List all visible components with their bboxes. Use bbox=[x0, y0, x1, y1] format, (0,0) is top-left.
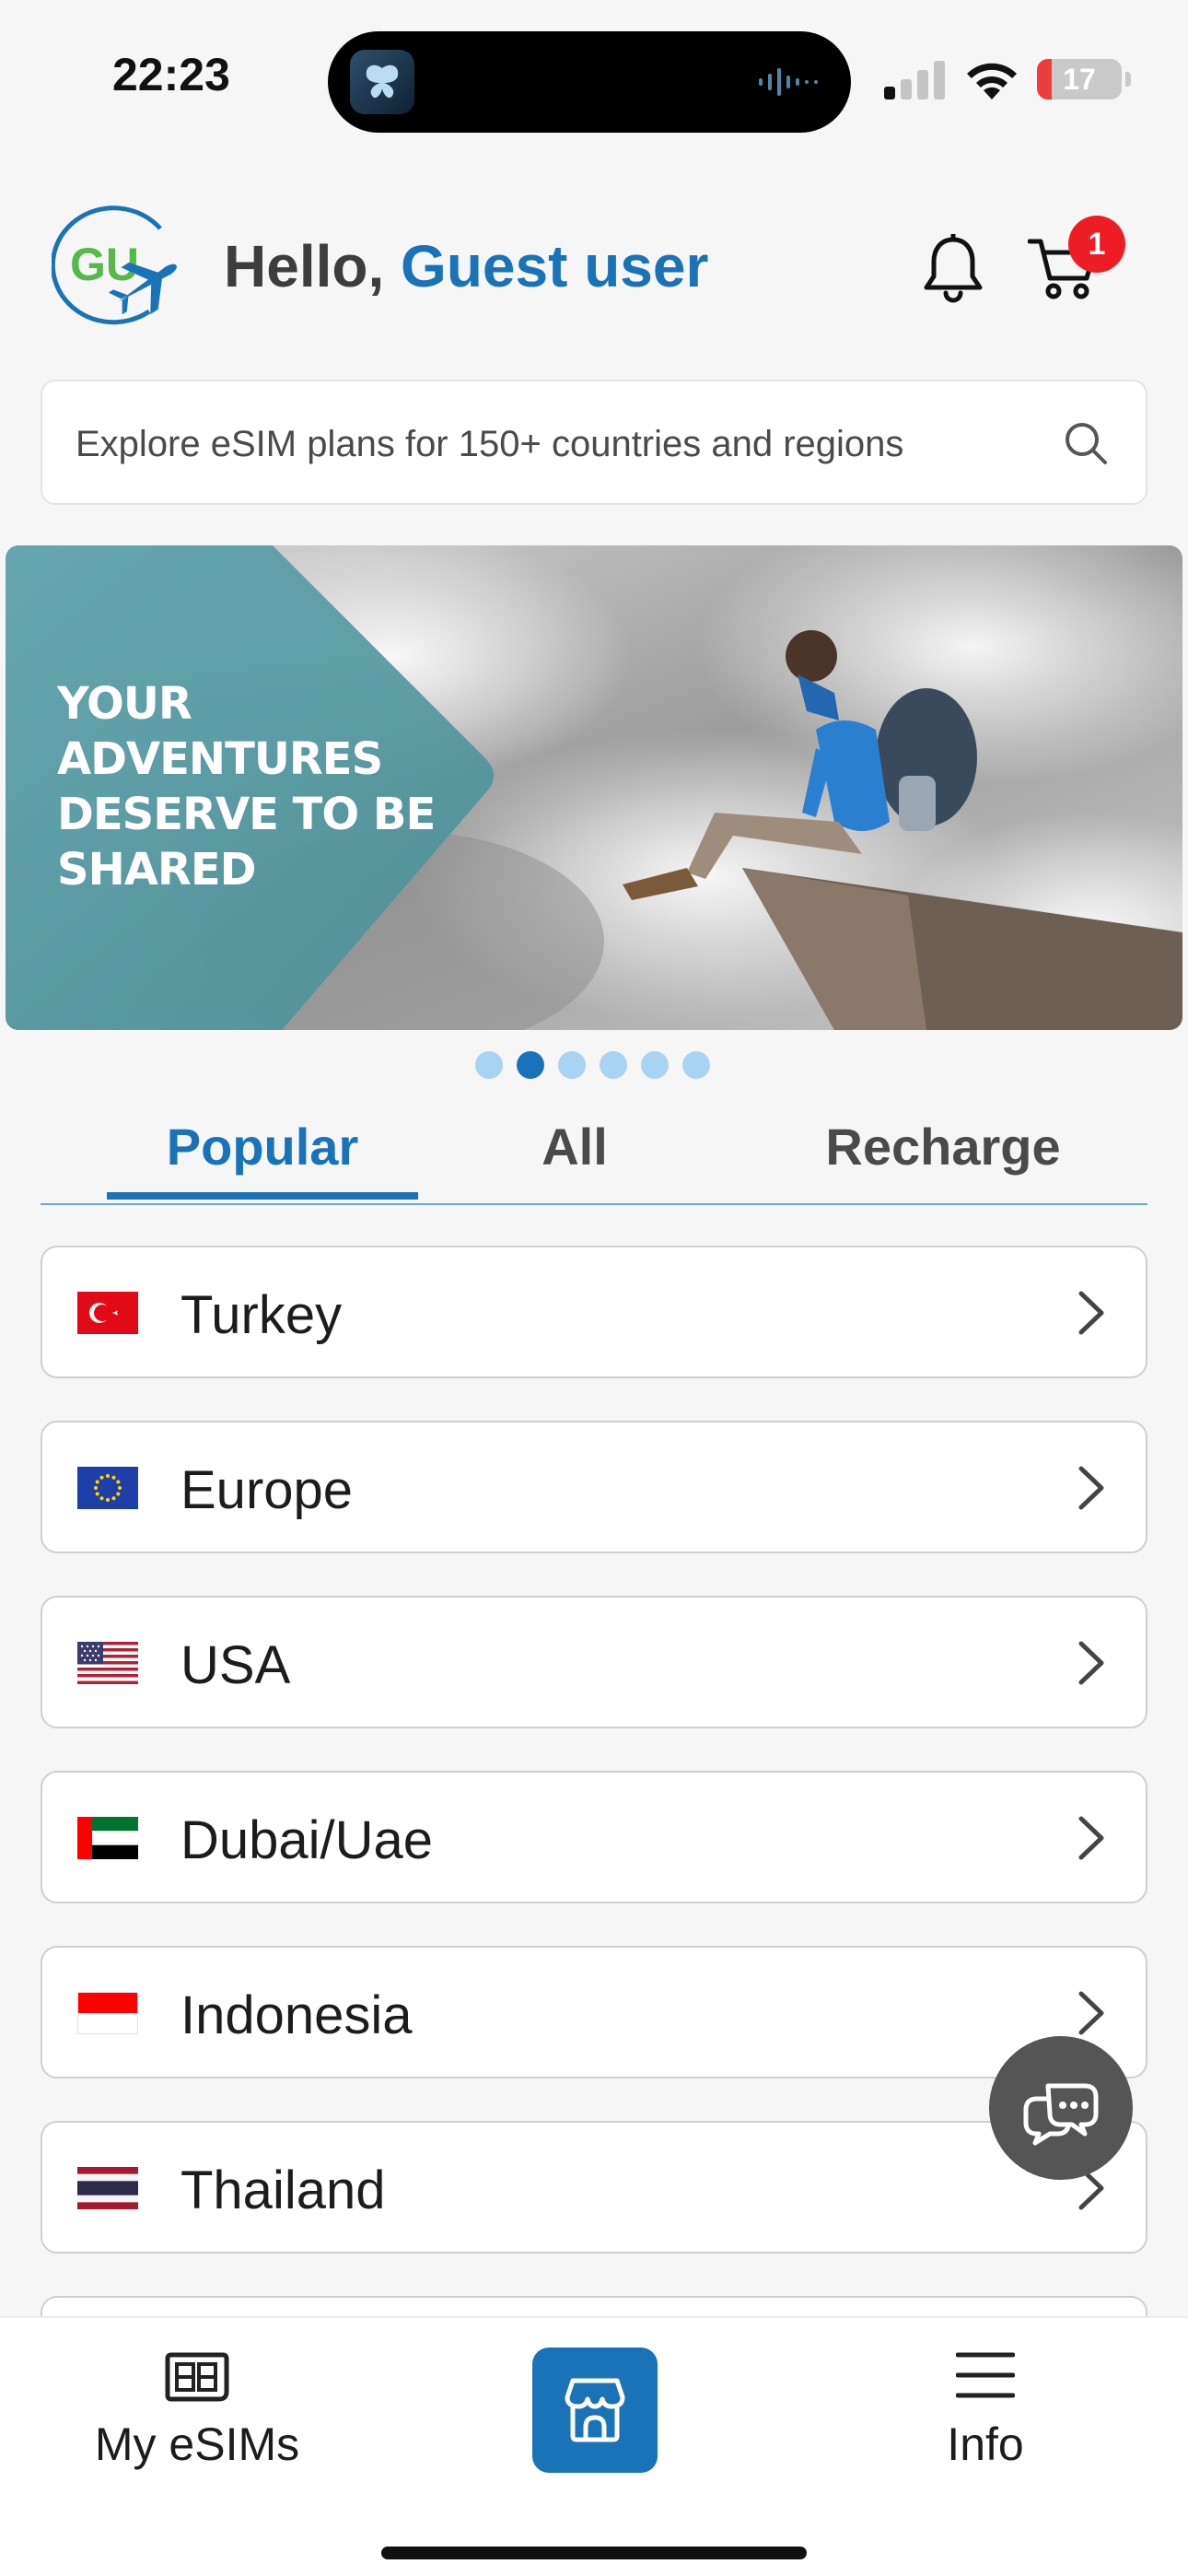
list-item-europe[interactable]: Europe bbox=[41, 1421, 1147, 1553]
menu-icon bbox=[956, 2352, 1015, 2398]
carousel-dot[interactable] bbox=[558, 1051, 586, 1079]
battery-icon: 17 bbox=[1037, 59, 1122, 100]
wifi-icon bbox=[967, 63, 1017, 100]
promo-banner[interactable]: YOUR ADVENTURES DESERVE TO BE SHARED bbox=[6, 545, 1182, 1030]
chat-support-button[interactable] bbox=[989, 2036, 1133, 2180]
user-name: Guest user bbox=[401, 233, 709, 299]
chat-bubbles-icon bbox=[1023, 2083, 1099, 2146]
country-name: Dubai/Uae bbox=[181, 1810, 434, 1870]
dynamic-island bbox=[328, 31, 851, 133]
nav-info-label: Info bbox=[947, 2418, 1024, 2470]
bottom-nav: My eSIMs Info bbox=[0, 2316, 1188, 2576]
usa-flag-icon bbox=[77, 1642, 138, 1684]
list-item-turkey[interactable]: Turkey bbox=[41, 1246, 1147, 1378]
chevron-right-icon bbox=[1078, 1816, 1104, 1860]
chevron-right-icon bbox=[1078, 1466, 1104, 1510]
status-bar: 22:23 17 bbox=[0, 0, 1188, 157]
battery-percent: 17 bbox=[1063, 63, 1096, 96]
nav-my-esims[interactable]: My eSIMs bbox=[87, 2349, 308, 2471]
banner-line-4: SHARED bbox=[57, 844, 256, 896]
banner-line-1: YOUR bbox=[57, 678, 192, 730]
country-name: Thailand bbox=[181, 2160, 386, 2220]
list-item-usa[interactable]: USA bbox=[41, 1596, 1147, 1728]
tabs: Popular All Recharge bbox=[41, 1102, 1147, 1205]
list-item-indonesia[interactable]: Indonesia bbox=[41, 1946, 1147, 2078]
notification-bell-icon[interactable] bbox=[921, 234, 985, 304]
chevron-right-icon bbox=[1078, 1641, 1104, 1685]
cart-count-badge: 1 bbox=[1068, 216, 1125, 273]
sim-card-icon bbox=[165, 2352, 229, 2402]
greeting: Hello, Guest user bbox=[224, 232, 708, 300]
tab-recharge[interactable]: Recharge bbox=[750, 1117, 1136, 1177]
tab-all[interactable]: All bbox=[501, 1117, 648, 1177]
country-name: Turkey bbox=[181, 1285, 343, 1345]
home-indicator bbox=[381, 2547, 807, 2559]
nav-my-esims-label: My eSIMs bbox=[94, 2418, 300, 2470]
banner-line-2: ADVENTURES bbox=[57, 733, 383, 785]
store-icon bbox=[565, 2378, 625, 2442]
tab-popular[interactable]: Popular bbox=[107, 1117, 418, 1177]
search-input[interactable]: Explore eSIM plans for 150+ countries an… bbox=[41, 380, 1147, 505]
audio-wave-icon bbox=[759, 68, 818, 96]
banner-line-3: DESERVE TO BE bbox=[57, 789, 436, 840]
list-item-dubai-uae[interactable]: Dubai/Uae bbox=[41, 1771, 1147, 1903]
tabs-divider bbox=[41, 1203, 1147, 1205]
country-name: Europe bbox=[181, 1460, 354, 1520]
carousel-dot[interactable] bbox=[600, 1051, 627, 1079]
carousel-dot[interactable] bbox=[517, 1051, 544, 1079]
status-time: 22:23 bbox=[112, 49, 230, 100]
nav-info[interactable]: Info bbox=[903, 2349, 1068, 2471]
chevron-right-icon bbox=[1078, 1291, 1104, 1335]
turkey-flag-icon bbox=[77, 1292, 138, 1334]
uae-flag-icon bbox=[77, 1817, 138, 1859]
carousel-dot[interactable] bbox=[682, 1051, 710, 1079]
banner-headline: YOUR ADVENTURES DESERVE TO BE SHARED bbox=[57, 676, 472, 897]
country-name: USA bbox=[181, 1635, 291, 1695]
store-home-button[interactable] bbox=[532, 2348, 658, 2473]
battery-cap bbox=[1125, 72, 1131, 87]
search-icon[interactable] bbox=[1063, 420, 1109, 466]
cellular-signal-icon bbox=[884, 61, 945, 100]
country-name: Indonesia bbox=[181, 1985, 413, 2045]
greeting-prefix: Hello, bbox=[224, 233, 402, 299]
chevron-right-icon bbox=[1078, 1991, 1104, 2035]
search-placeholder: Explore eSIM plans for 150+ countries an… bbox=[76, 424, 904, 464]
carousel-dot[interactable] bbox=[475, 1051, 503, 1079]
now-playing-app-icon bbox=[350, 50, 414, 114]
indonesia-flag-icon bbox=[77, 1992, 138, 2034]
carousel-dot[interactable] bbox=[641, 1051, 669, 1079]
list-item-thailand[interactable]: Thailand bbox=[41, 2121, 1147, 2254]
active-tab-underline bbox=[107, 1192, 418, 1200]
app-logo: GU bbox=[50, 203, 208, 332]
eu-flag-icon bbox=[77, 1467, 138, 1509]
thailand-flag-icon bbox=[77, 2167, 138, 2209]
